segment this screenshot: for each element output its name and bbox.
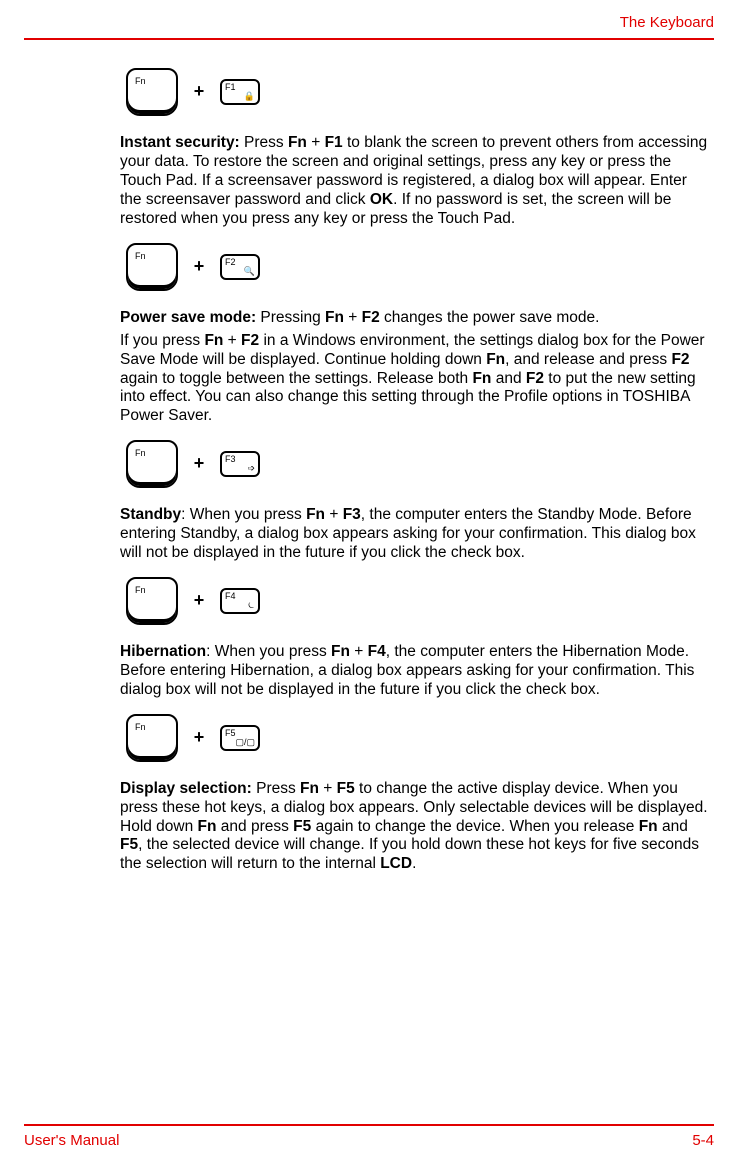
plus-icon: + bbox=[192, 453, 206, 475]
footer-right: 5-4 bbox=[692, 1132, 714, 1150]
section-power-save: + F2 🔍 Power save mode: Pressing Fn + F2… bbox=[120, 243, 708, 426]
fn-key-icon bbox=[126, 243, 178, 291]
footer-rule bbox=[24, 1124, 714, 1126]
power-save-title: Power save mode: bbox=[120, 309, 256, 326]
keycombo-fn-f1: + F1 🔒 bbox=[126, 68, 708, 116]
display-selection-text: Display selection: Press Fn + F5 to chan… bbox=[120, 780, 708, 875]
keycombo-fn-f3: + F3 ➩ bbox=[126, 440, 708, 488]
power-save-line2: If you press Fn + F2 in a Windows enviro… bbox=[120, 332, 708, 427]
f4-key-icon: F4 ⏾ bbox=[220, 588, 260, 614]
hibernation-text: Hibernation: When you press Fn + F4, the… bbox=[120, 643, 708, 700]
standby-icon: ➩ bbox=[247, 463, 255, 474]
footer-row: User's Manual 5-4 bbox=[24, 1132, 714, 1150]
display-icon: ▢/▢ bbox=[235, 737, 255, 748]
plus-icon: + bbox=[192, 256, 206, 278]
lock-icon: 🔒 bbox=[244, 91, 255, 102]
f1-key-label: F1 bbox=[225, 82, 236, 93]
hibernation-title: Hibernation bbox=[120, 643, 206, 660]
fn-key-icon bbox=[126, 714, 178, 762]
keycombo-fn-f2: + F2 🔍 bbox=[126, 243, 708, 291]
display-selection-title: Display selection: bbox=[120, 780, 252, 797]
footer-left: User's Manual bbox=[24, 1132, 119, 1150]
fn-key-icon bbox=[126, 68, 178, 116]
f5-key-label: F5 bbox=[225, 728, 236, 739]
standby-title: Standby bbox=[120, 506, 181, 523]
standby-text: Standby: When you press Fn + F3, the com… bbox=[120, 506, 708, 563]
f5-key-icon: F5 ▢/▢ bbox=[220, 725, 260, 751]
fn-key-icon bbox=[126, 577, 178, 625]
section-standby: + F3 ➩ Standby: When you press Fn + F3, … bbox=[120, 440, 708, 563]
fn-key-icon bbox=[126, 440, 178, 488]
f1-key-icon: F1 🔒 bbox=[220, 79, 260, 105]
plus-icon: + bbox=[192, 727, 206, 749]
instant-security-text: Instant security: Press Fn + F1 to blank… bbox=[120, 134, 708, 229]
header-rule bbox=[24, 38, 714, 40]
section-display-selection: + F5 ▢/▢ Display selection: Press Fn + F… bbox=[120, 714, 708, 875]
instant-security-title: Instant security: bbox=[120, 134, 240, 151]
f3-key-label: F3 bbox=[225, 454, 236, 465]
hibernate-icon: ⏾ bbox=[248, 600, 255, 611]
page-content: + F1 🔒 Instant security: Press Fn + F1 t… bbox=[24, 68, 714, 874]
header-title: The Keyboard bbox=[620, 14, 714, 31]
section-hibernation: + F4 ⏾ Hibernation: When you press Fn + … bbox=[120, 577, 708, 700]
power-icon: 🔍 bbox=[244, 266, 255, 277]
f2-key-icon: F2 🔍 bbox=[220, 254, 260, 280]
section-instant-security: + F1 🔒 Instant security: Press Fn + F1 t… bbox=[120, 68, 708, 229]
f3-key-icon: F3 ➩ bbox=[220, 451, 260, 477]
f2-key-label: F2 bbox=[225, 257, 236, 268]
keycombo-fn-f5: + F5 ▢/▢ bbox=[126, 714, 708, 762]
power-save-line1: Power save mode: Pressing Fn + F2 change… bbox=[120, 309, 708, 328]
plus-icon: + bbox=[192, 81, 206, 103]
keycombo-fn-f4: + F4 ⏾ bbox=[126, 577, 708, 625]
f4-key-label: F4 bbox=[225, 591, 236, 602]
page-header: The Keyboard bbox=[24, 14, 714, 38]
plus-icon: + bbox=[192, 590, 206, 612]
page-footer: User's Manual 5-4 bbox=[24, 1124, 714, 1150]
